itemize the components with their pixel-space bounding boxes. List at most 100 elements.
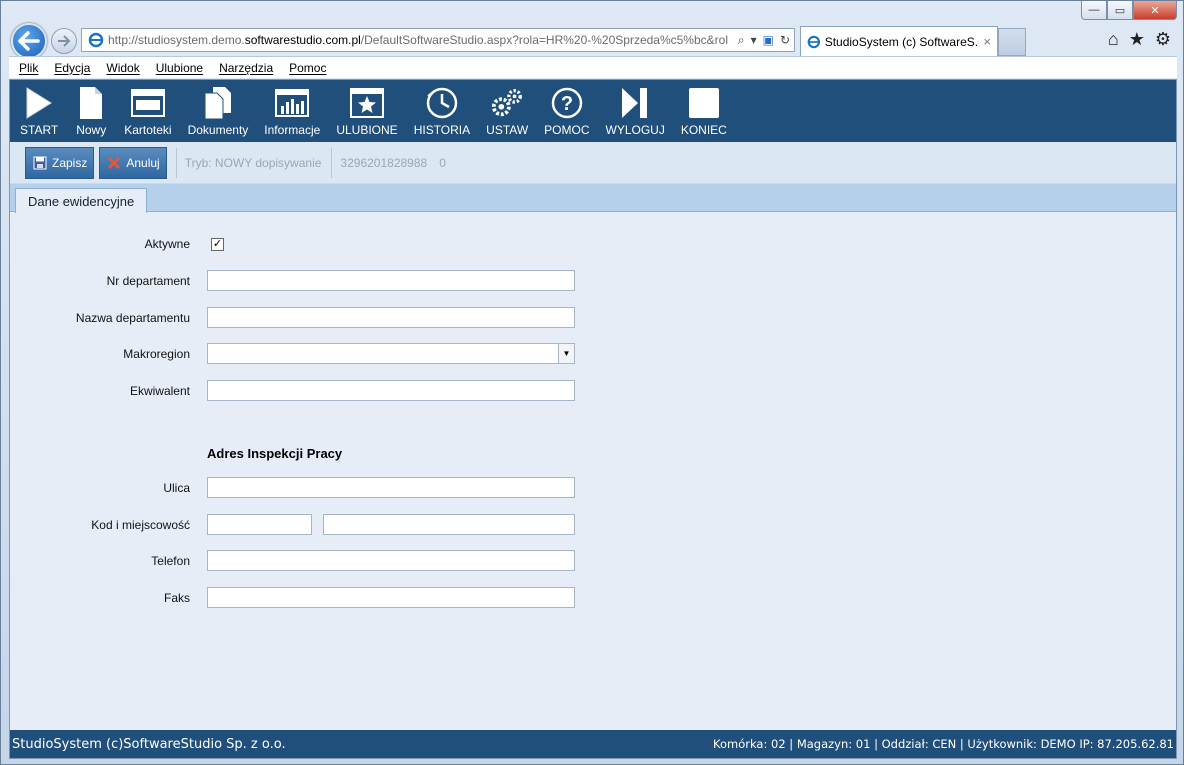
gear-icon[interactable]: ⚙	[1155, 29, 1171, 50]
menu-ulubione[interactable]: Ulubione	[156, 61, 203, 75]
toolbar-ustaw[interactable]: USTAW	[486, 85, 528, 142]
save-label: Zapisz	[52, 155, 88, 170]
star-icon[interactable]: ★	[1129, 29, 1145, 50]
toolbar-koniec[interactable]: KONIEC	[681, 85, 727, 142]
status-copyright: StudioSystem (c)SoftwareStudio Sp. z o.o…	[12, 736, 286, 752]
home-icon[interactable]: ⌂	[1108, 29, 1119, 50]
dropdown-icon[interactable]: ▾	[751, 33, 757, 47]
toolbar-informacje[interactable]: Informacje	[264, 85, 320, 142]
arrow-right-icon	[58, 35, 71, 47]
compatibility-icon[interactable]: ▣	[763, 33, 774, 47]
settings-gears-icon	[492, 89, 523, 117]
play-icon	[26, 87, 53, 119]
ulica-input[interactable]	[207, 477, 575, 498]
toolbar-informacje-label: Informacje	[264, 123, 321, 137]
svg-text:?: ?	[561, 93, 573, 115]
mode-text: Tryb: NOWY dopisywanie	[184, 155, 322, 170]
toolbar-pomoc-label: POMOC	[544, 123, 590, 137]
telefon-label: Telefon	[151, 554, 190, 568]
makroregion-select[interactable]: ▼	[207, 343, 575, 364]
nazwa-departamentu-input[interactable]	[207, 307, 575, 328]
menu-edycja[interactable]: Edycja	[54, 61, 90, 75]
url-text[interactable]: http://studiosystem.demo.softwarestudio.…	[108, 33, 728, 47]
app-container: START Nowy Kartoteki Dokumenty Informacj…	[9, 79, 1177, 759]
toolbar-dokumenty-label: Dokumenty	[187, 123, 249, 137]
faks-input[interactable]	[207, 587, 575, 608]
menu-pomoc[interactable]: Pomoc	[289, 61, 326, 75]
faks-label: Faks	[163, 591, 190, 605]
arrow-left-icon	[18, 31, 40, 51]
browser-window: — ▭ ✕ http://studiosystem.demo.softwares…	[0, 0, 1184, 765]
menu-bar: Plik Edycja Widok Ulubione Narzędzia Pom…	[9, 56, 1177, 78]
ekwiwalent-input[interactable]	[207, 380, 575, 401]
tab-title: StudioSystem (c) SoftwareS...	[824, 34, 980, 49]
toolbar-dokumenty[interactable]: Dokumenty	[187, 85, 249, 142]
menu-plik[interactable]: Plik	[19, 61, 38, 75]
menu-widok[interactable]: Widok	[106, 61, 139, 75]
miejscowosc-input[interactable]	[323, 514, 575, 535]
nazwa-departamentu-label: Nazwa departamentu	[75, 311, 190, 325]
toolbar-start-label: START	[20, 123, 59, 137]
toolbar-nowy[interactable]: Nowy	[74, 85, 108, 142]
card-file-icon	[130, 89, 165, 117]
new-document-icon	[80, 87, 103, 119]
documents-icon	[204, 87, 231, 120]
history-icon	[426, 87, 458, 119]
nr-departament-label: Nr departament	[106, 274, 190, 288]
toolbar-start[interactable]: START	[20, 85, 58, 142]
toolbar-kartoteki-label: Kartoteki	[124, 123, 172, 137]
nr-departament-input[interactable]	[207, 270, 575, 291]
browser-tab[interactable]: StudioSystem (c) SoftwareS... ×	[800, 26, 998, 56]
toolbar-wyloguj-label: WYLOGUJ	[605, 123, 665, 137]
search-icon[interactable]: ⌕	[738, 33, 745, 48]
chevron-down-icon[interactable]: ▼	[558, 344, 574, 363]
toolbar-koniec-label: KONIEC	[680, 123, 727, 137]
section-title: Adres Inspekcji Pracy	[207, 446, 343, 461]
aktywne-label: Aktywne	[144, 237, 190, 251]
menu-narzedzia[interactable]: Narzędzia	[219, 61, 273, 75]
forward-button[interactable]	[51, 28, 77, 54]
navigation-bar: http://studiosystem.demo.softwarestudio.…	[1, 21, 1183, 59]
telefon-input[interactable]	[207, 550, 575, 571]
minimize-button[interactable]: —	[1081, 1, 1107, 20]
toolbar-pomoc[interactable]: ? POMOC	[544, 85, 590, 142]
window-controls: — ▭ ✕	[1081, 1, 1177, 20]
tab-close-icon[interactable]: ×	[983, 34, 991, 49]
kod-miejscowosc-label: Kod i miejscowość	[91, 518, 190, 532]
ie-tab-icon	[807, 35, 821, 48]
maximize-button[interactable]: ▭	[1107, 1, 1133, 20]
status-bar: StudioSystem (c)SoftwareStudio Sp. z o.o…	[10, 730, 1176, 758]
refresh-icon[interactable]: ↻	[780, 33, 790, 47]
ie-icon	[88, 32, 104, 48]
toolbar-kartoteki[interactable]: Kartoteki	[124, 85, 172, 142]
record-id: 3296201828988	[340, 155, 428, 170]
help-question-icon: ?	[551, 87, 583, 119]
toolbar-ustaw-label: USTAW	[486, 123, 529, 137]
ekwiwalent-label: Ekwiwalent	[129, 384, 190, 398]
cancel-x-icon	[108, 156, 121, 169]
new-tab-button[interactable]	[998, 28, 1026, 56]
cancel-button[interactable]: Anuluj	[99, 146, 167, 179]
ulica-label: Ulica	[163, 481, 190, 495]
toolbar-nowy-label: Nowy	[76, 123, 107, 137]
kod-pocztowy-input[interactable]	[207, 514, 312, 535]
floppy-disk-icon	[33, 156, 47, 169]
address-bar[interactable]: http://studiosystem.demo.softwarestudio.…	[81, 28, 795, 52]
toolbar-wyloguj[interactable]: WYLOGUJ	[606, 85, 665, 142]
form-panel: Aktywne ✓ Nr departament Nazwa departame…	[10, 212, 1176, 728]
tab-dane-ewidencyjne[interactable]: Dane ewidencyjne	[15, 188, 148, 213]
save-button[interactable]: Zapisz	[25, 146, 95, 179]
makroregion-label: Makroregion	[123, 347, 190, 361]
stop-square-icon	[688, 88, 719, 118]
toolbar-historia-label: HISTORIA	[413, 123, 471, 137]
toolbar-historia[interactable]: HISTORIA	[414, 85, 470, 142]
cancel-label: Anuluj	[126, 155, 160, 170]
close-window-button[interactable]: ✕	[1133, 1, 1177, 20]
favorites-star-icon	[350, 88, 384, 118]
logout-icon	[622, 88, 648, 118]
action-bar: Zapisz Anuluj Tryb: NOWY dopisywanie 329…	[10, 142, 1176, 184]
toolbar-ulubione[interactable]: ULUBIONE	[336, 85, 398, 142]
back-button[interactable]	[11, 23, 47, 59]
aktywne-checkbox[interactable]: ✓	[211, 238, 224, 251]
status-session-info: Komórka: 02 | Magazyn: 01 | Oddział: CEN…	[713, 737, 1174, 751]
